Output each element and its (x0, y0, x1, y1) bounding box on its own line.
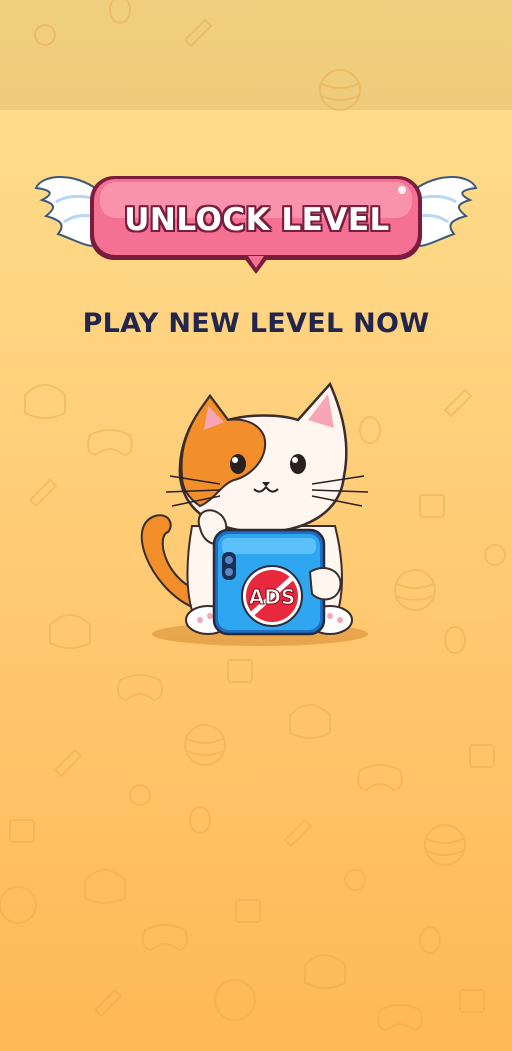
rocket-doodle (93, 988, 123, 1018)
rocket-doodle (183, 18, 213, 48)
bag-doodle (289, 704, 331, 739)
ads-badge-label: ADS (249, 585, 295, 609)
gamepad-doodle (142, 924, 188, 952)
banner-title: UNLOCK LEVEL (124, 202, 390, 238)
ball-doodle (394, 569, 436, 611)
ball-doodle-stripe (396, 583, 434, 601)
ball-doodle (319, 69, 361, 111)
rocket-doodle (443, 388, 473, 418)
subtitle: PLAY NEW LEVEL NOW (82, 308, 430, 339)
ball-doodle (184, 724, 226, 766)
ball-doodle-stripe (321, 83, 359, 101)
teddy-doodle (484, 544, 506, 566)
robot-doodle (9, 819, 35, 843)
bag-doodle (49, 614, 91, 649)
bag-doodle (84, 869, 126, 904)
teddy-doodle (129, 784, 151, 806)
teddy-doodle (344, 869, 366, 891)
cat-right-eye (290, 454, 306, 474)
rocket-doodle (53, 748, 83, 778)
gamepad-doodle (377, 1004, 423, 1032)
ball-doodle-stripe (426, 838, 464, 856)
balloon-doodle (189, 806, 211, 834)
gamepad-doodle (357, 764, 403, 792)
balloon-doodle (444, 626, 466, 654)
ball-doodle (214, 979, 256, 1021)
ball-doodle-stripe (186, 738, 224, 756)
balloon-doodle (419, 926, 441, 954)
rocket-doodle (283, 818, 313, 848)
robot-doodle (235, 899, 261, 923)
gamepad-doodle (117, 674, 163, 702)
unlock-level-banner: UNLOCK LEVEL (34, 168, 478, 278)
bag-doodle (24, 384, 66, 419)
robot-doodle (419, 494, 445, 518)
bag-doodle (304, 954, 346, 989)
ball-doodle (424, 824, 466, 866)
teddy-doodle (34, 24, 56, 46)
balloon-doodle (109, 0, 131, 24)
cat-mascot: ADS (140, 381, 369, 646)
rocket-doodle (28, 478, 58, 508)
cat-left-eye (230, 454, 246, 474)
ball-doodle (0, 886, 37, 924)
robot-doodle (459, 989, 485, 1013)
robot-doodle (469, 744, 495, 768)
robot-doodle (227, 659, 253, 683)
cat-right-paw (308, 567, 342, 601)
gamepad-doodle (87, 429, 133, 457)
ads-badge-icon: ADS (241, 565, 303, 627)
